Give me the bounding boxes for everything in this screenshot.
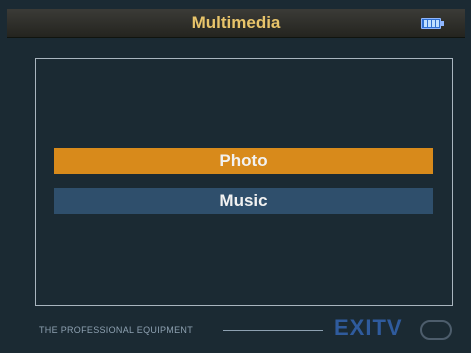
footer-divider xyxy=(223,330,323,331)
menu-item-photo-label: Photo xyxy=(219,151,268,170)
logo-mark-icon xyxy=(420,320,452,340)
menu-item-photo[interactable]: Photo xyxy=(54,148,433,174)
title-bar: Multimedia xyxy=(7,9,465,38)
menu-item-music-label: Music xyxy=(219,191,268,210)
battery-icon xyxy=(421,18,444,29)
brand-logo: EXITV xyxy=(334,315,403,340)
footer-tagline: THE PROFESSIONAL EQUIPMENT xyxy=(39,325,193,335)
screen-title: Multimedia xyxy=(191,13,281,32)
menu-frame xyxy=(35,58,453,306)
menu-item-music[interactable]: Music xyxy=(54,188,433,214)
